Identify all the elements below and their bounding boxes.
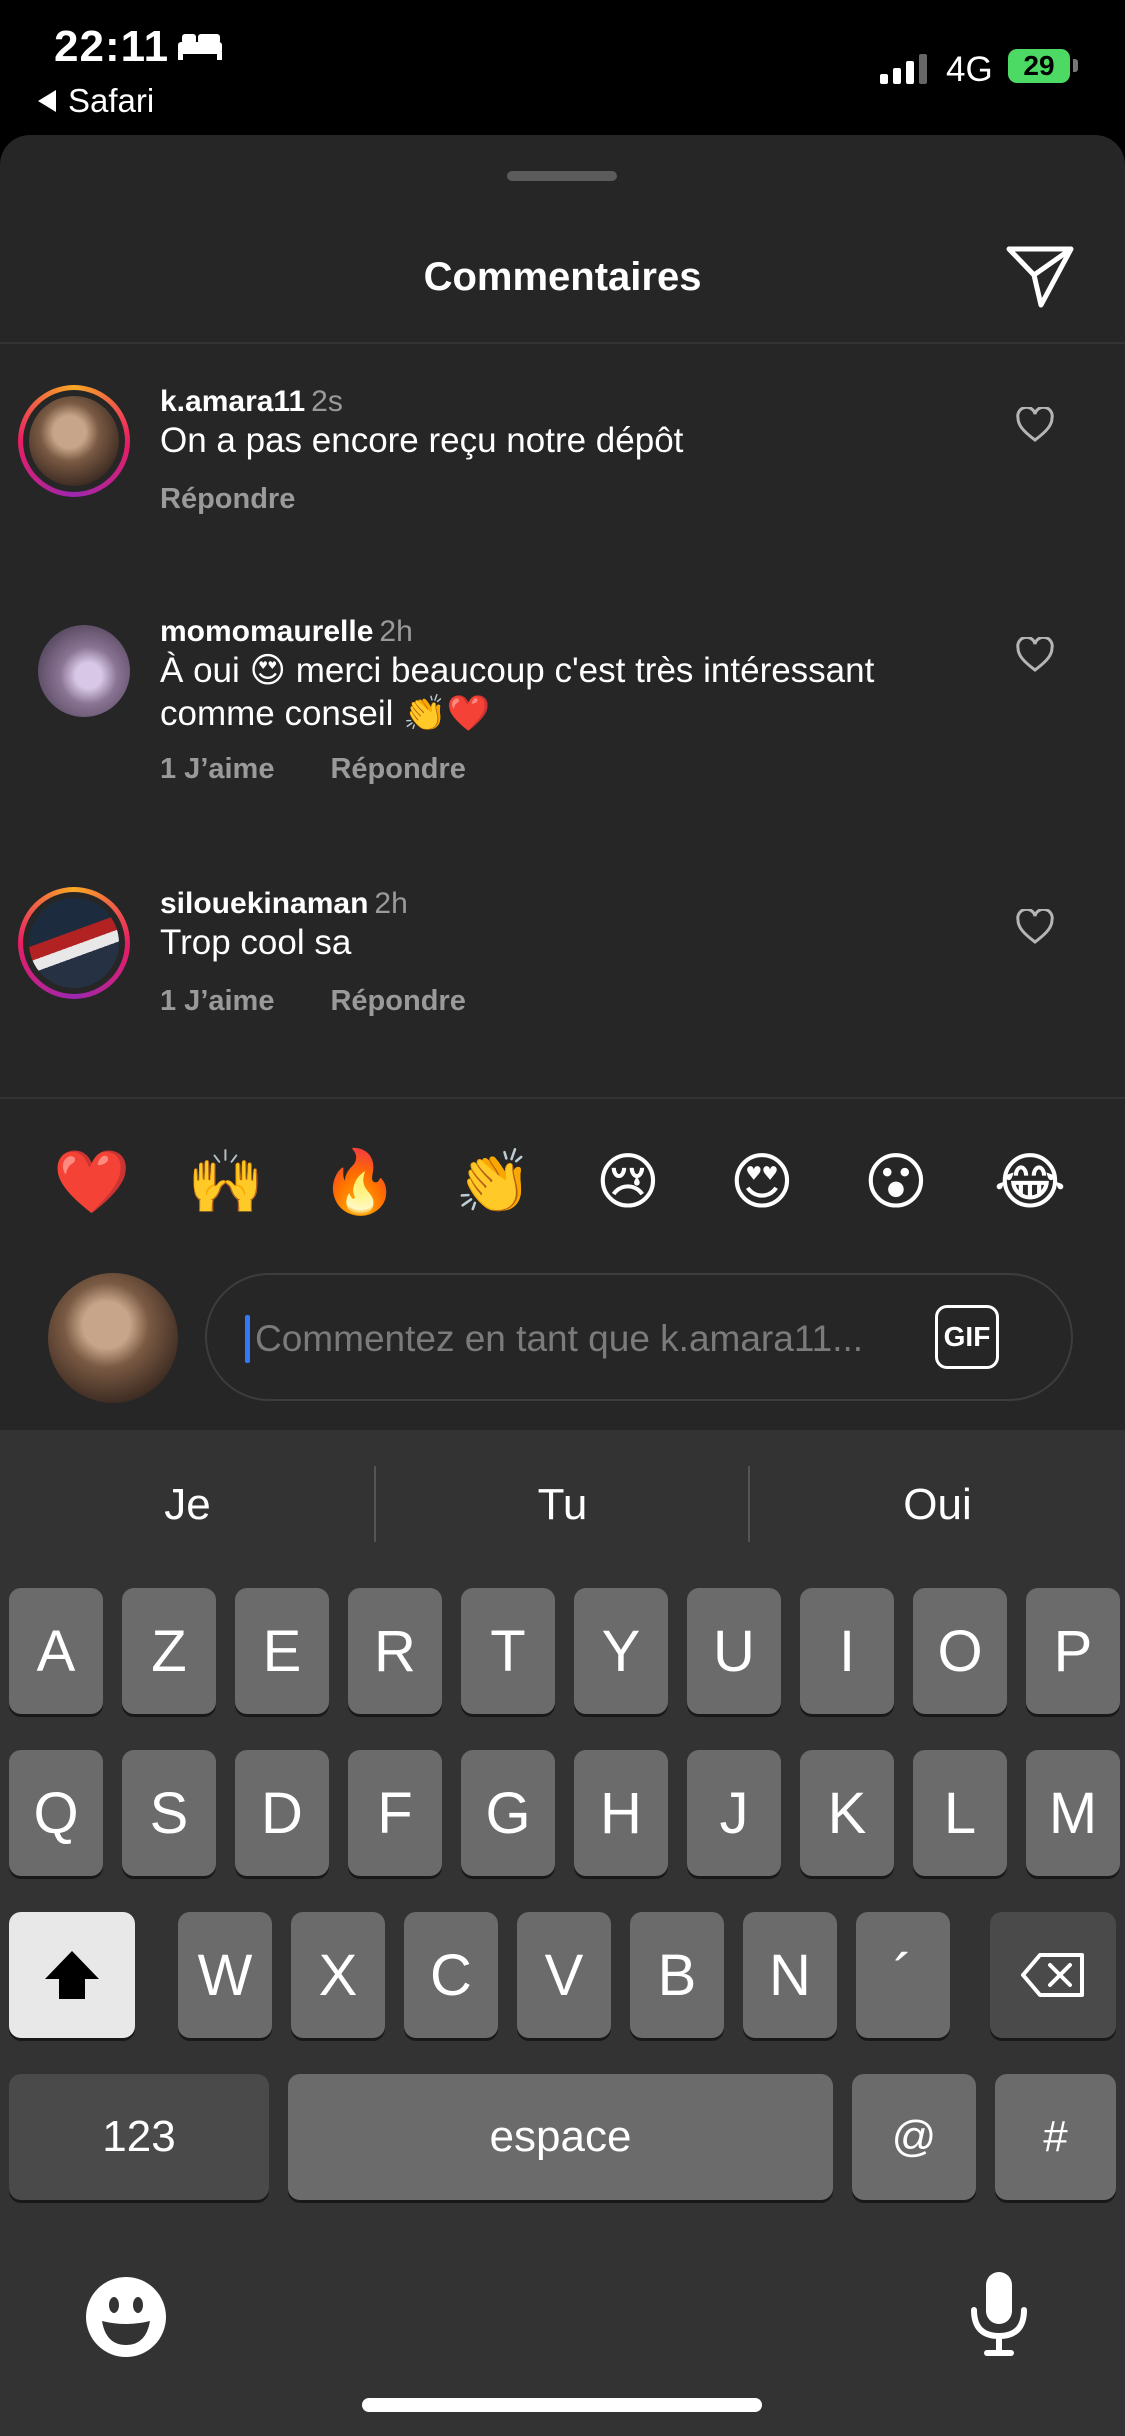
key-x[interactable]: X [291,1912,385,2038]
key-c[interactable]: C [404,1912,498,2038]
key-m[interactable]: M [1026,1750,1120,1876]
emoji-surprised[interactable]: 😮 [856,1143,936,1223]
comment-time: 2h [379,615,413,648]
battery-level: 29 [1023,50,1055,81]
emoji-reaction-bar: ❤️ 🙌 🔥 👏 😢 😍 😮 😂 [0,1125,1125,1240]
key-w[interactable]: W [178,1912,272,2038]
cellular-signal-icon [880,52,927,84]
avatar[interactable] [18,887,130,999]
back-app-label: Safari [68,82,155,119]
network-type: 4G [946,50,993,89]
key-d[interactable]: D [235,1750,329,1876]
key-p[interactable]: P [1026,1588,1120,1714]
key-k[interactable]: K [800,1750,894,1876]
comment-username[interactable]: momomaurelle [160,615,373,648]
avatar[interactable] [38,625,130,717]
key-v[interactable]: V [517,1912,611,2038]
emoji-fire[interactable]: 🔥 [320,1143,400,1223]
shift-key[interactable] [9,1912,135,2038]
keyboard: Je Tu Oui A Z E R T Y U I O P Q S D F G … [0,1430,1125,2436]
comment-input-container[interactable]: GIF [205,1273,1073,1401]
header-divider [0,342,1125,344]
shift-arrow-icon [45,1951,99,1999]
space-key[interactable]: espace [288,2074,833,2200]
hash-key[interactable]: # [995,2074,1116,2200]
key-t[interactable]: T [461,1588,555,1714]
battery-tip [1073,59,1078,72]
emoji-clap[interactable]: 👏 [454,1143,534,1223]
emoji-crying[interactable]: 😢 [588,1143,668,1223]
microphone-icon[interactable] [964,2268,1034,2360]
comment-text: On a pas encore reçu notre dépôt [160,421,684,460]
key-s[interactable]: S [122,1750,216,1876]
status-bar: 22:11 Safari 4G 29 [0,0,1125,135]
reply-button[interactable]: Répondre [330,985,465,1017]
comment-text: À oui 😍 merci beaucoup c'est très intére… [160,651,875,733]
share-send-icon[interactable] [1005,243,1075,309]
key-n[interactable]: N [743,1912,837,2038]
suggestion-3[interactable]: Oui [750,1430,1125,1580]
likes-count[interactable]: 1 J’aime [160,753,274,785]
key-z[interactable]: Z [122,1588,216,1714]
avatar[interactable] [18,385,130,497]
at-key[interactable]: @ [852,2074,976,2200]
comment-time: 2h [374,887,408,920]
gif-button[interactable]: GIF [935,1305,999,1369]
emoji-raised-hands[interactable]: 🙌 [186,1143,266,1223]
key-g[interactable]: G [461,1750,555,1876]
backspace-icon [1021,1953,1084,1997]
key-e[interactable]: E [235,1588,329,1714]
key-accent[interactable]: ´ [856,1912,950,2038]
emoji-divider [0,1097,1125,1099]
like-heart-icon[interactable] [1015,637,1055,673]
key-q[interactable]: Q [9,1750,103,1876]
comment-username[interactable]: silouekinaman [160,887,368,920]
comment-input[interactable] [253,1305,897,1373]
key-j[interactable]: J [687,1750,781,1876]
key-i[interactable]: I [800,1588,894,1714]
backspace-key[interactable] [990,1912,1116,2038]
back-to-safari[interactable]: Safari [38,82,154,120]
key-h[interactable]: H [574,1750,668,1876]
suggestion-1[interactable]: Je [0,1430,375,1580]
sheet-title: Commentaires [423,255,702,299]
emoji-laughing[interactable]: 😂 [990,1143,1070,1223]
key-f[interactable]: F [348,1750,442,1876]
sleep-focus-icon [178,34,222,60]
reply-button[interactable]: Répondre [160,483,295,515]
comment-time: 2s [311,385,343,418]
key-r[interactable]: R [348,1588,442,1714]
comment-input-row: GIF [0,1255,1125,1430]
key-y[interactable]: Y [574,1588,668,1714]
key-l[interactable]: L [913,1750,1007,1876]
clock: 22:11 [54,22,170,71]
reply-button[interactable]: Répondre [330,753,465,785]
numbers-key[interactable]: 123 [9,2074,269,2200]
like-heart-icon[interactable] [1015,407,1055,443]
emoji-heart-eyes[interactable]: 😍 [722,1143,802,1223]
comment-text: Trop cool sa [160,923,352,962]
battery-icon: 29 [1008,49,1070,83]
suggestion-2[interactable]: Tu [375,1430,750,1580]
emoji-heart[interactable]: ❤️ [52,1143,132,1223]
key-a[interactable]: A [9,1588,103,1714]
my-avatar [48,1273,178,1403]
sheet-grabber[interactable] [507,171,617,181]
text-caret [245,1315,250,1363]
like-heart-icon[interactable] [1015,909,1055,945]
likes-count[interactable]: 1 J’aime [160,985,274,1017]
key-o[interactable]: O [913,1588,1007,1714]
comment-username[interactable]: k.amara11 [160,385,305,418]
key-u[interactable]: U [687,1588,781,1714]
home-indicator[interactable] [362,2398,762,2412]
key-b[interactable]: B [630,1912,724,2038]
emoji-keyboard-icon[interactable] [84,2275,168,2359]
back-arrow-icon [38,90,56,112]
